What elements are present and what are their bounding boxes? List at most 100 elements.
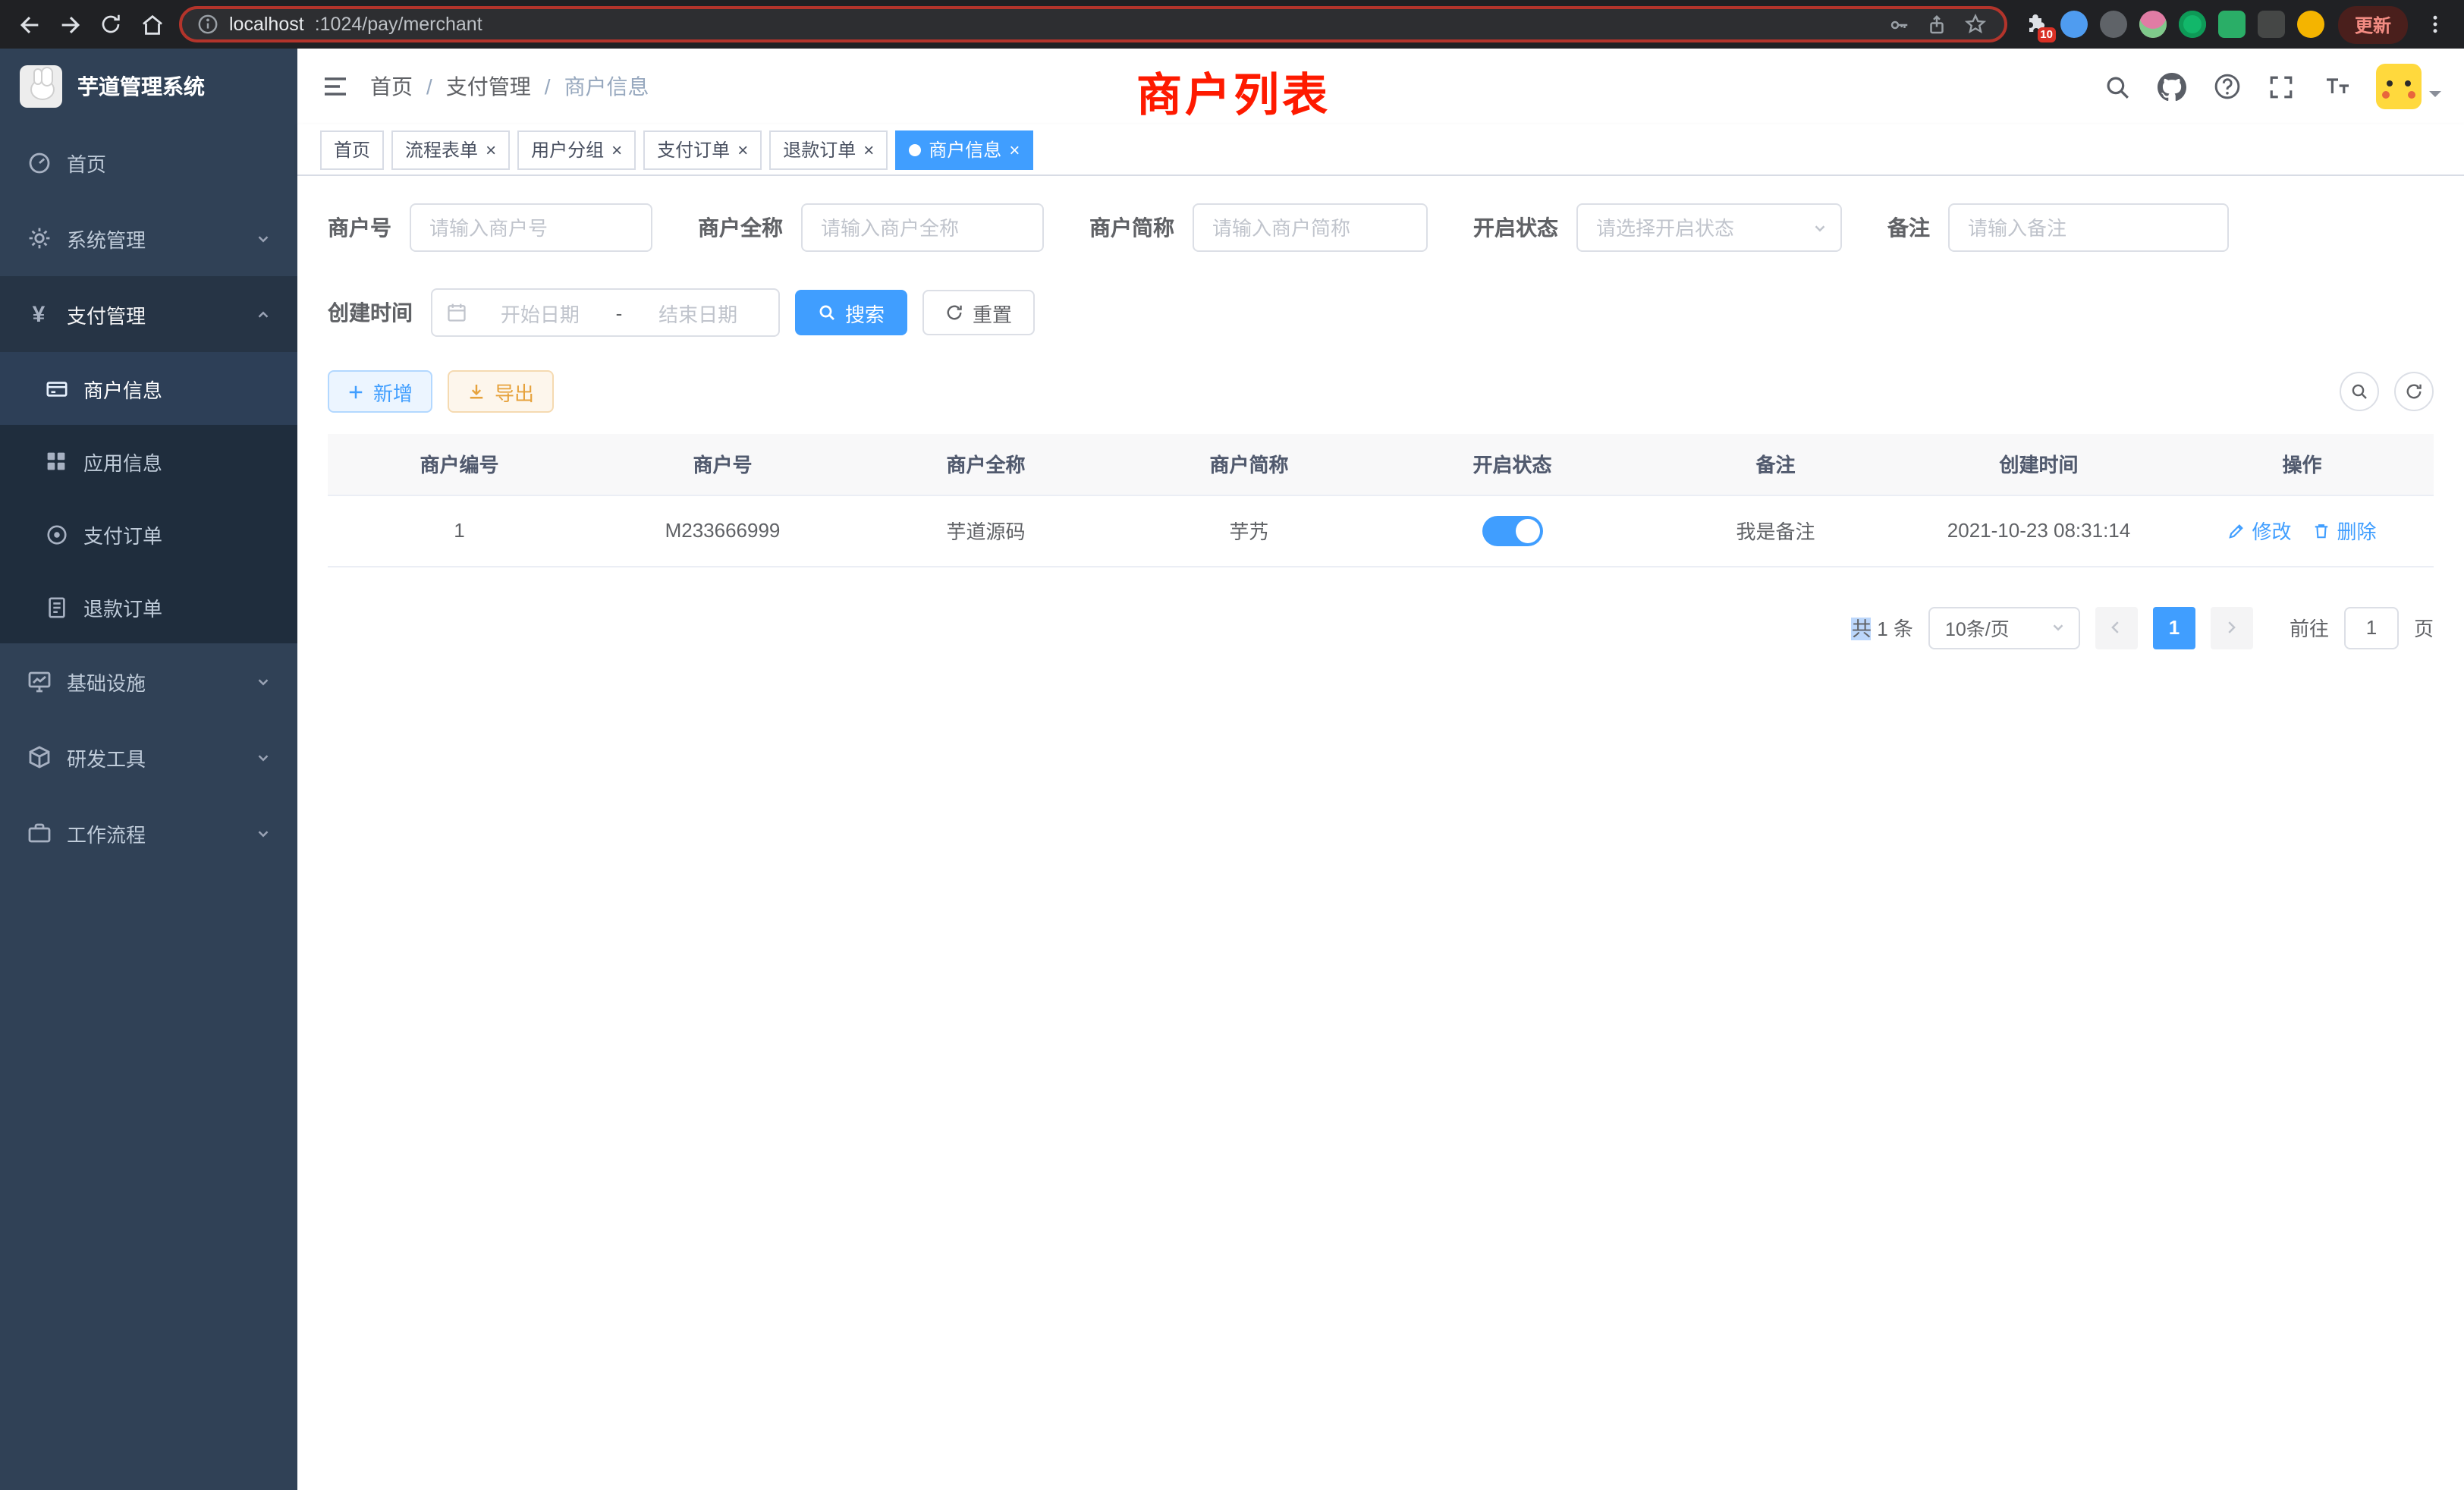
goto-page-input[interactable] — [2344, 606, 2399, 649]
github-icon[interactable] — [2158, 72, 2186, 101]
sidebar-item-devtools[interactable]: 研发工具 — [0, 719, 297, 795]
prev-page-button[interactable] — [2095, 606, 2138, 649]
sidebar-item-home[interactable]: 首页 — [0, 124, 297, 200]
tab-close-icon[interactable]: × — [1009, 140, 1020, 159]
breadcrumb-home[interactable]: 首页 — [370, 71, 413, 102]
chrome-update-button[interactable]: 更新 — [2338, 5, 2408, 43]
browser-menu-icon[interactable] — [2422, 11, 2449, 38]
tab-close-icon[interactable]: × — [611, 140, 622, 159]
sidebar-item-app-info[interactable]: 应用信息 — [0, 425, 297, 498]
refresh-table-icon[interactable] — [2394, 372, 2434, 411]
full-name-label: 商户全称 — [698, 212, 783, 243]
sidebar-item-label: 支付订单 — [83, 520, 162, 549]
export-button[interactable]: 导出 — [448, 370, 554, 413]
hamburger-icon[interactable] — [320, 72, 349, 101]
remark-input[interactable] — [1948, 203, 2229, 252]
page-1-button[interactable]: 1 — [2153, 606, 2195, 649]
active-tab-dot — [909, 143, 921, 156]
sidebar-item-payment[interactable]: ¥ 支付管理 — [0, 276, 297, 352]
search-icon[interactable] — [2103, 72, 2132, 101]
briefcase-icon — [26, 820, 52, 846]
record-icon — [44, 522, 68, 546]
password-key-icon[interactable] — [1886, 11, 1913, 38]
toggle-search-icon[interactable] — [2340, 372, 2379, 411]
tags-view: 首页 流程表单× 用户分组× 支付订单× 退款订单× 商户信息× — [297, 124, 2464, 176]
tab-close-icon[interactable]: × — [486, 140, 496, 159]
sidebar-item-label: 退款订单 — [83, 593, 162, 621]
navbar: 首页 / 支付管理 / 商户信息 — [297, 49, 2464, 124]
extension-avatar-icon[interactable] — [2139, 11, 2167, 38]
table-header-row: 商户编号 商户号 商户全称 商户简称 开启状态 备注 创建时间 操作 — [328, 434, 2434, 495]
sidebar-item-merchant-info[interactable]: 商户信息 — [0, 352, 297, 425]
user-avatar[interactable] — [2376, 64, 2441, 109]
back-icon[interactable] — [15, 11, 42, 38]
cell-create-time: 2021-10-23 08:31:14 — [1907, 495, 2170, 566]
short-name-label: 商户简称 — [1089, 212, 1174, 243]
col-actions: 操作 — [2170, 434, 2434, 495]
tab-process-form[interactable]: 流程表单× — [391, 130, 510, 169]
add-button[interactable]: 新增 — [328, 370, 432, 413]
share-icon[interactable] — [1924, 11, 1951, 38]
tab-close-icon[interactable]: × — [863, 140, 874, 159]
merchant-no-input[interactable] — [410, 203, 652, 252]
sidebar-item-workflow[interactable]: 工作流程 — [0, 795, 297, 871]
merchant-table: 商户编号 商户号 商户全称 商户简称 开启状态 备注 创建时间 操作 1 — [328, 434, 2434, 567]
search-button[interactable]: 搜索 — [795, 290, 907, 335]
extensions-area: 10 — [2021, 11, 2324, 38]
extension-profile-icon[interactable] — [2297, 11, 2324, 38]
font-size-icon[interactable] — [2321, 72, 2350, 101]
page-size-select[interactable] — [1928, 606, 2080, 649]
breadcrumb: 首页 / 支付管理 / 商户信息 — [370, 71, 649, 102]
create-time-range-picker[interactable]: 开始日期 - 结束日期 — [431, 288, 780, 337]
tab-pay-order[interactable]: 支付订单× — [643, 130, 762, 169]
page-content: 商户号 商户全称 商户简称 开启状态 — [297, 176, 2464, 1490]
tab-user-group[interactable]: 用户分组× — [517, 130, 636, 169]
extensions-puzzle-icon[interactable]: 10 — [2021, 11, 2048, 38]
tab-home[interactable]: 首页 — [320, 130, 384, 169]
full-name-input[interactable] — [801, 203, 1044, 252]
extension-blue-icon[interactable] — [2060, 11, 2088, 38]
extension-green-circle-icon[interactable] — [2179, 11, 2206, 38]
tab-close-icon[interactable]: × — [737, 140, 748, 159]
sidebar-item-pay-order[interactable]: 支付订单 — [0, 498, 297, 571]
forward-icon[interactable] — [56, 11, 83, 38]
reload-icon[interactable] — [97, 11, 124, 38]
breadcrumb-payment[interactable]: 支付管理 — [446, 71, 531, 102]
status-select[interactable] — [1576, 203, 1842, 252]
delete-button[interactable]: 删除 — [2313, 516, 2377, 545]
bookmark-star-icon[interactable] — [1962, 11, 1989, 38]
reset-button[interactable]: 重置 — [922, 290, 1035, 335]
url-host: localhost — [229, 14, 304, 35]
logo[interactable]: 芋道管理系统 — [0, 49, 297, 124]
site-info-icon[interactable] — [197, 14, 218, 35]
avatar-image — [2376, 64, 2422, 109]
address-bar[interactable]: localhost:1024/pay/merchant — [179, 6, 2007, 42]
sidebar-item-refund-order[interactable]: 退款订单 — [0, 571, 297, 643]
home-icon[interactable] — [138, 11, 165, 38]
document-icon — [44, 595, 68, 619]
search-form-row-2: 创建时间 开始日期 - 结束日期 搜索 — [328, 288, 2434, 337]
end-date-placeholder: 结束日期 — [631, 298, 765, 327]
sidebar-item-system[interactable]: 系统管理 — [0, 200, 297, 276]
short-name-input[interactable] — [1193, 203, 1428, 252]
chevron-down-icon — [255, 749, 272, 765]
next-page-button[interactable] — [2211, 606, 2253, 649]
fullscreen-icon[interactable] — [2267, 72, 2296, 101]
tab-merchant-info[interactable]: 商户信息× — [895, 130, 1033, 169]
sidebar-item-label: 首页 — [67, 148, 106, 177]
payment-submenu: 商户信息 应用信息 支付订单 — [0, 352, 297, 643]
avatar-caret-icon — [2429, 91, 2441, 103]
main-area: 首页 / 支付管理 / 商户信息 — [297, 49, 2464, 1490]
status-toggle[interactable] — [1482, 515, 1543, 545]
help-icon[interactable] — [2212, 72, 2241, 101]
extensions-badge: 10 — [2037, 27, 2056, 42]
edit-button[interactable]: 修改 — [2227, 516, 2291, 545]
logo-rabbit-avatar — [20, 65, 62, 108]
extension-green-square-icon[interactable] — [2218, 11, 2246, 38]
tab-refund-order[interactable]: 退款订单× — [769, 130, 888, 169]
sidebar-item-infra[interactable]: 基础设施 — [0, 643, 297, 719]
extension-pin-icon[interactable] — [2258, 11, 2285, 38]
sidebar-item-label: 商户信息 — [83, 374, 162, 403]
breadcrumb-current: 商户信息 — [564, 71, 649, 102]
extension-dark-icon[interactable] — [2100, 11, 2127, 38]
